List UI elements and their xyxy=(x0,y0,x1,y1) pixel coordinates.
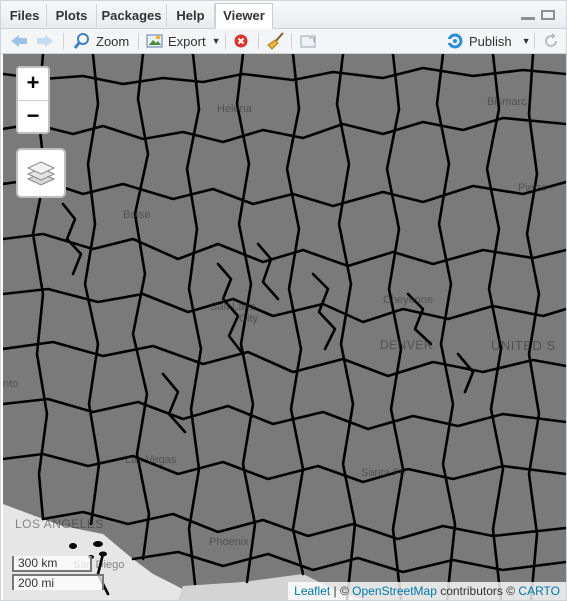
back-button[interactable] xyxy=(9,29,29,53)
scale-bar-mi: 200 mi xyxy=(12,574,104,590)
tab-help[interactable]: Help xyxy=(167,4,215,27)
zoom-control: + − xyxy=(16,66,50,134)
publish-button[interactable]: Publish ▼ xyxy=(446,29,531,53)
tab-viewer[interactable]: Viewer xyxy=(215,3,273,29)
broom-icon xyxy=(267,32,284,50)
city-label-denver: DENVER xyxy=(380,338,434,352)
city-label-cheyenne: Cheyenne xyxy=(383,294,434,306)
city-label-santa-fe: Santa Fe xyxy=(361,467,406,479)
tab-files[interactable]: Files xyxy=(3,4,47,27)
publish-icon xyxy=(446,33,463,49)
city-label-salt-lake-city: City xyxy=(239,313,258,325)
tab-plots[interactable]: Plots xyxy=(47,4,97,27)
export-menu[interactable]: Export ▼ xyxy=(146,29,221,53)
export-label: Export xyxy=(168,33,206,49)
layers-control-button[interactable] xyxy=(16,148,66,198)
city-label-pierre: Pierre xyxy=(518,182,548,194)
leaflet-map[interactable]: Helena Bismarc Boise Pierre Salt Lake Ci… xyxy=(3,54,566,600)
caret-down-icon: ▼ xyxy=(211,36,221,46)
caret-down-icon: ▼ xyxy=(521,36,531,46)
city-label-phoenix: Phoenix xyxy=(209,536,249,548)
city-label-sacramento-fragment: nto xyxy=(3,378,19,390)
city-label-los-angeles: LOS ANGELES xyxy=(15,517,104,531)
city-label-boise: Boise xyxy=(123,209,151,221)
open-in-window-button[interactable] xyxy=(299,29,317,53)
openstreetmap-link[interactable]: OpenStreetMap xyxy=(352,584,437,598)
toolbar-divider xyxy=(63,33,64,49)
magnifier-icon xyxy=(73,33,89,49)
publish-label: Publish xyxy=(469,33,512,49)
country-label-united-states: UNITED S xyxy=(491,338,556,353)
zoom-button[interactable]: Zoom xyxy=(73,29,129,53)
zoom-out-button[interactable]: − xyxy=(18,100,48,133)
city-label-helena: Helena xyxy=(217,103,252,115)
tab-packages[interactable]: Packages xyxy=(97,4,167,27)
refresh-icon xyxy=(545,33,558,48)
layers-stack-icon xyxy=(26,161,56,186)
export-image-icon xyxy=(146,34,163,48)
zoom-label: Zoom xyxy=(96,33,130,49)
arrow-right-icon xyxy=(37,35,53,47)
maximize-pane-icon[interactable] xyxy=(541,10,555,20)
toolbar-divider xyxy=(258,33,259,49)
attribution-contributors: contributors © xyxy=(436,584,519,598)
minimize-pane-icon[interactable] xyxy=(521,10,535,20)
carto-link[interactable]: CARTO xyxy=(518,584,560,598)
popout-window-icon xyxy=(300,35,316,48)
city-label-salt-lake: Salt Lake xyxy=(210,301,256,313)
pane-tab-strip: Files Plots Packages Help Viewer xyxy=(1,1,566,29)
remove-circle-icon xyxy=(234,34,248,48)
map-attribution: Leaflet | © OpenStreetMap contributors ©… xyxy=(288,582,566,600)
refresh-button[interactable] xyxy=(542,29,560,53)
scale-bar-km: 300 km xyxy=(12,556,92,572)
zoom-in-button[interactable]: + xyxy=(18,68,48,100)
city-label-las-vegas: Las Vegas xyxy=(125,454,177,466)
city-label-bismarck: Bismarc xyxy=(487,96,527,108)
viewer-pane: Files Plots Packages Help Viewer Zoom Ex… xyxy=(0,0,567,601)
viewer-toolbar: Zoom Export ▼ Publish ▼ xyxy=(1,29,566,54)
forward-button[interactable] xyxy=(35,29,55,53)
arrow-left-icon xyxy=(11,35,27,47)
toolbar-divider xyxy=(534,33,535,49)
attribution-separator: | © xyxy=(330,584,353,598)
toolbar-divider xyxy=(225,33,226,49)
remove-viewer-button[interactable] xyxy=(233,29,249,53)
toolbar-divider xyxy=(138,33,139,49)
clear-all-button[interactable] xyxy=(266,29,286,53)
toolbar-divider xyxy=(291,33,292,49)
leaflet-link[interactable]: Leaflet xyxy=(294,584,330,598)
